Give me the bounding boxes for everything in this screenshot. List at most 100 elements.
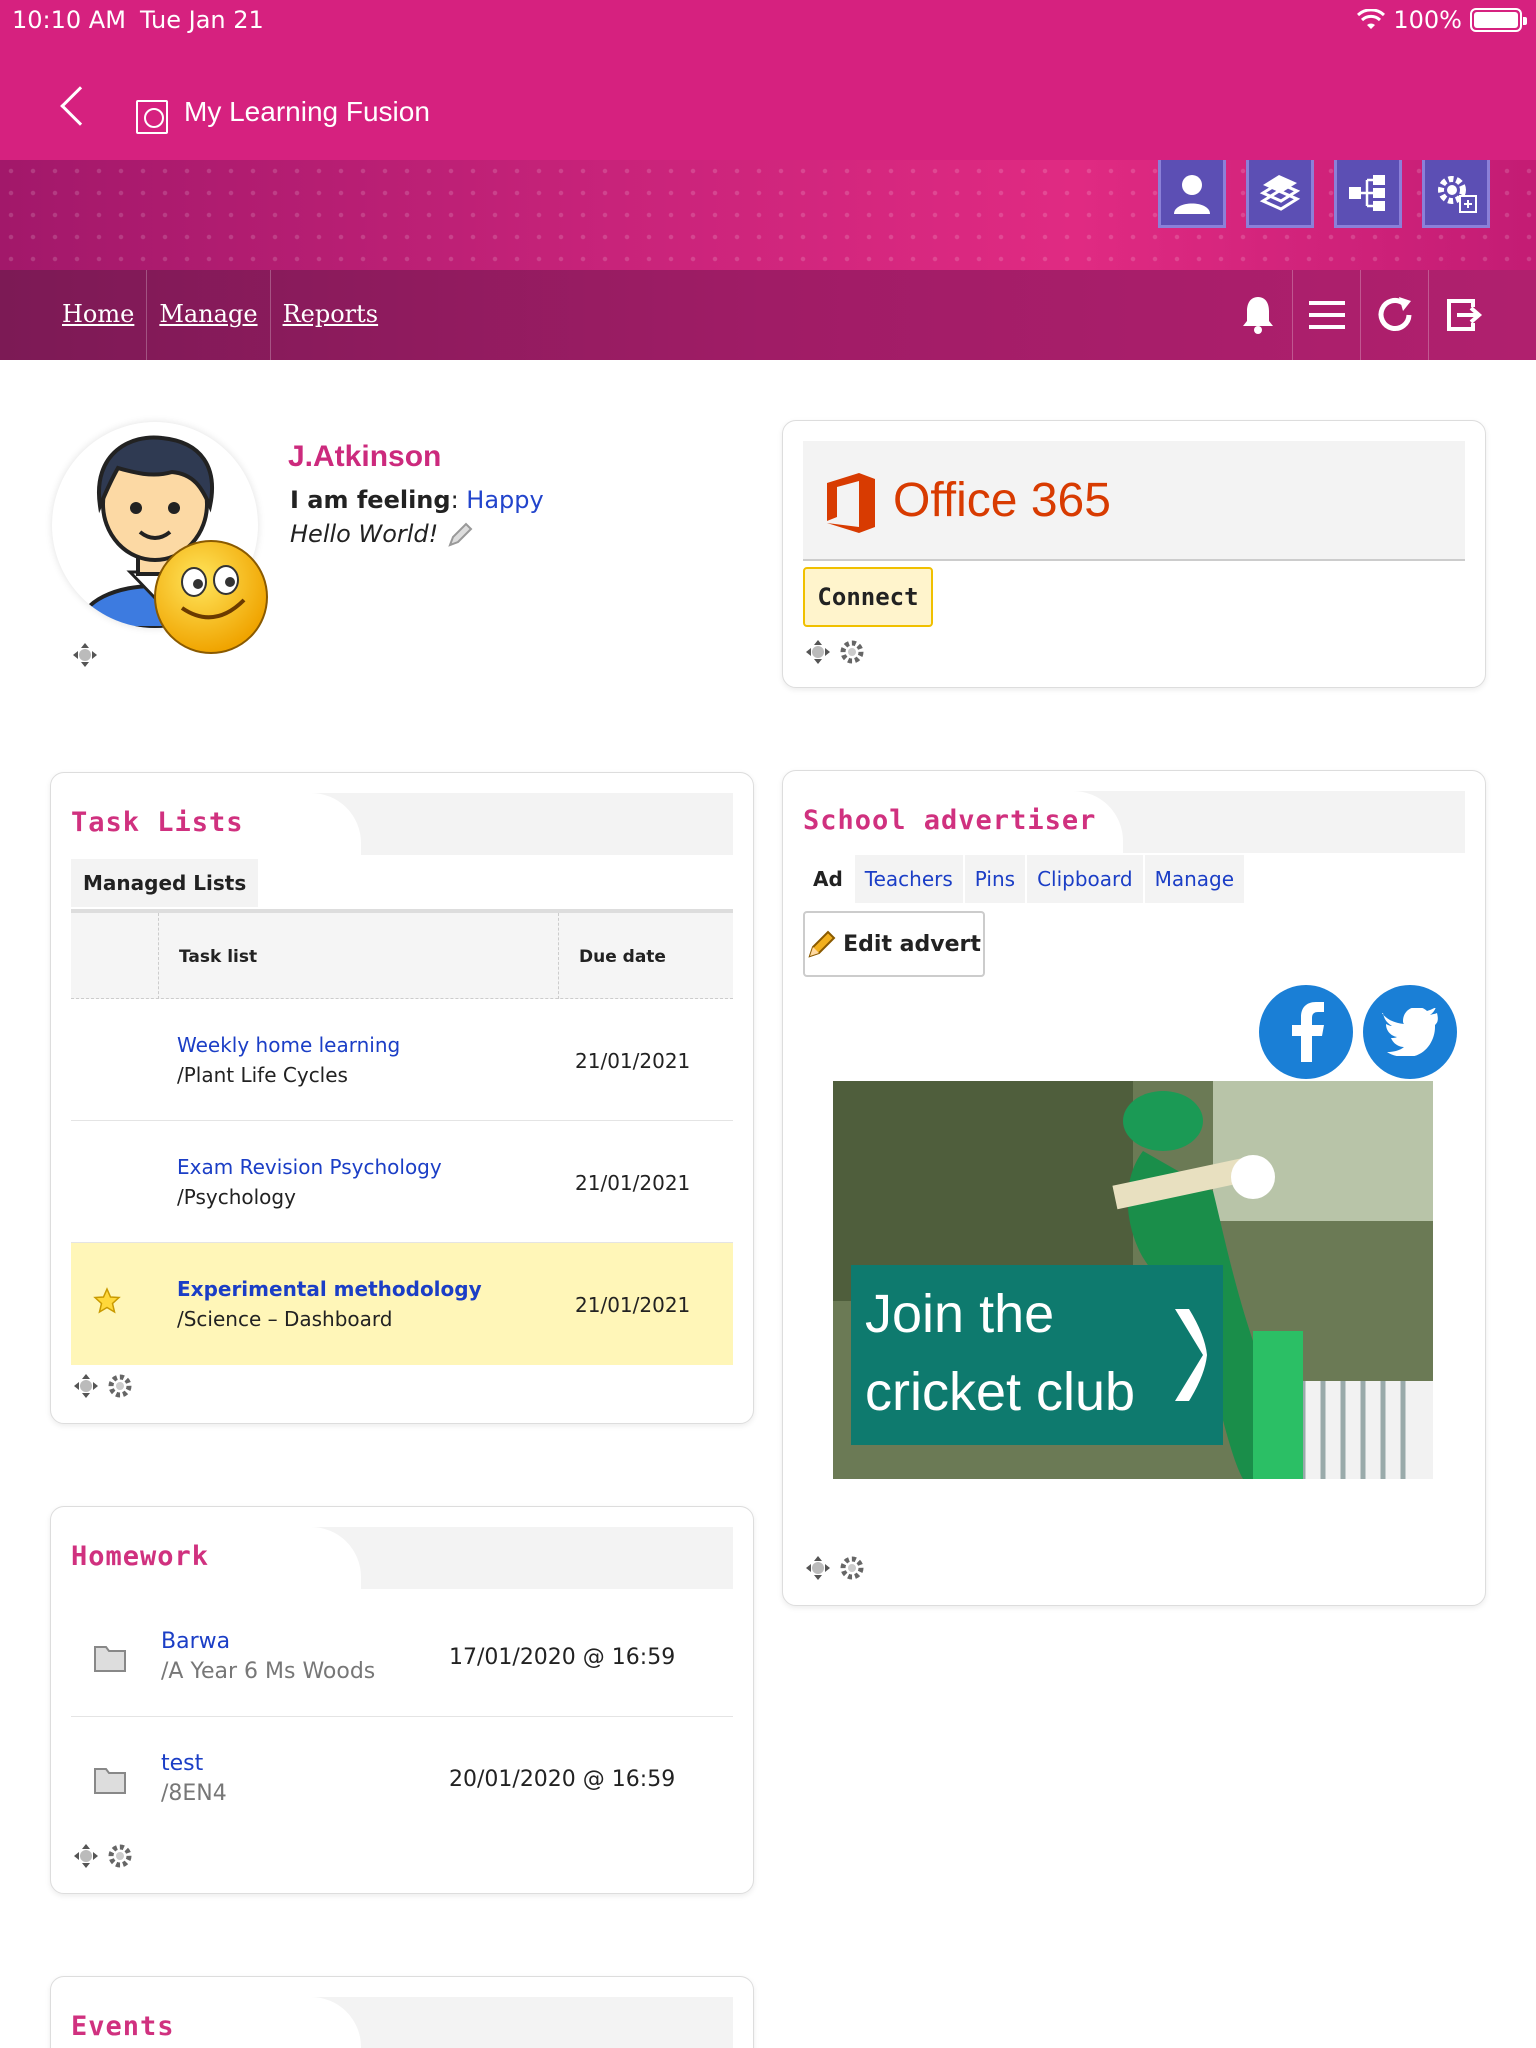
move-button[interactable] [71,1841,101,1871]
gear-button[interactable] [837,1553,867,1583]
move-icon [806,640,830,664]
nav-link-home[interactable]: Home [50,270,148,360]
column-due-date[interactable]: Due date [559,913,733,999]
happy-emoji-icon[interactable] [152,538,270,656]
tab-teachers[interactable]: Teachers [854,855,963,903]
refresh-button[interactable] [1360,270,1428,360]
homework-due: 20/01/2020 @ 16:59 [449,1767,676,1792]
feeling-label: I am feeling [290,486,451,514]
task-lists-table: Task list Due date Weekly home learning … [71,909,733,1369]
homework-title: Homework [71,1527,361,1589]
tab-ad[interactable]: Ad [803,855,853,903]
hierarchy-button[interactable] [1334,160,1402,228]
status-bar: 10:10 AM Tue Jan 21 100% [0,0,1536,40]
move-icon [74,1374,98,1398]
task-lists-title: Task Lists [71,793,361,855]
task-path: /Psychology [177,1185,296,1209]
office-logo-icon [827,473,875,533]
advertiser-header: School advertiser [803,791,1465,853]
move-button[interactable] [803,637,833,667]
back-chevron-icon[interactable] [60,86,100,126]
bell-icon [1243,297,1273,334]
hierarchy-icon [1349,174,1385,211]
table-row[interactable]: Exam Revision Psychology /Psychology 21/… [71,1121,733,1243]
user-name[interactable]: J.Atkinson [288,440,441,474]
gear-button[interactable] [105,1371,135,1401]
star-icon[interactable] [93,1287,121,1315]
nav-link-manage[interactable]: Manage [147,270,271,360]
status-text: Hello World! [290,520,439,548]
chevron-right-icon [1175,1309,1207,1401]
move-icon [74,1844,98,1868]
cricket-club-advert[interactable]: Join the cricket club [833,1081,1433,1479]
homework-due: 17/01/2020 @ 16:59 [449,1645,676,1670]
connect-button[interactable]: Connect [803,567,933,627]
status-message: Hello World! [290,520,474,549]
logout-button[interactable] [1428,270,1496,360]
nav-icons [1224,270,1496,360]
top-toolbar [1158,160,1490,228]
advertiser-tabs: Ad Teachers Pins Clipboard Manage [803,855,1245,903]
folder-icon [94,1646,126,1672]
task-lists-tools [71,1371,135,1401]
move-button[interactable] [71,1371,101,1401]
books-button[interactable] [1246,160,1314,228]
gear-icon [840,1556,864,1580]
tab-pins[interactable]: Pins [964,855,1026,903]
battery-icon [1470,8,1527,32]
task-link[interactable]: Exam Revision Psychology [177,1155,442,1179]
homework-tools [71,1841,135,1871]
gear-button[interactable] [105,1841,135,1871]
gear-icon [108,1844,132,1868]
profile-button[interactable] [1158,160,1226,228]
settings-icon [1438,175,1477,213]
settings-button[interactable] [1422,160,1490,228]
homework-link[interactable]: test [161,1751,203,1776]
task-link[interactable]: Weekly home learning [177,1033,400,1057]
logout-icon [1446,299,1482,331]
title-bar: My Learning Fusion [0,40,1536,160]
nav-link-reports[interactable]: Reports [271,270,391,360]
facebook-button[interactable] [1259,985,1353,1079]
menu-icon [1308,301,1345,329]
notifications-button[interactable] [1224,270,1292,360]
app-logo-icon [136,100,168,134]
pencil-icon [808,930,836,958]
task-link[interactable]: Experimental methodology [177,1277,482,1301]
school-advertiser-panel: School advertiser Ad Teachers Pins Clipb… [782,770,1486,1606]
homework-link[interactable]: Barwa [161,1629,230,1654]
move-button[interactable] [70,640,100,670]
office365-header: Office 365 [803,441,1465,561]
list-item[interactable]: Barwa /A Year 6 Ms Woods 17/01/2020 @ 16… [71,1595,733,1717]
move-button[interactable] [803,1553,833,1583]
tab-manage[interactable]: Manage [1144,855,1245,903]
twitter-button[interactable] [1363,985,1457,1079]
books-icon [1259,174,1301,211]
table-row[interactable]: Weekly home learning /Plant Life Cycles … [71,999,733,1121]
facebook-icon [1292,1002,1324,1062]
gear-button[interactable] [837,637,867,667]
events-title: Events [71,1997,361,2048]
task-due: 21/01/2021 [575,1049,691,1073]
feeling-line: I am feeling: Happy [290,486,544,514]
edit-advert-button[interactable]: Edit advert [803,911,985,977]
refresh-icon [1378,297,1411,331]
task-lists-panel: Task Lists Managed Lists Task list Due d… [50,772,754,1424]
table-row[interactable]: Experimental methodology /Science – Dash… [71,1243,733,1365]
tab-managed-lists[interactable]: Managed Lists [71,859,259,907]
nav-links: Home Manage Reports [50,270,390,360]
list-item[interactable]: test /8EN4 20/01/2020 @ 16:59 [71,1717,733,1839]
column-task-list[interactable]: Task list [159,913,559,999]
task-path: /Science – Dashboard [177,1307,393,1331]
profile-tools [70,640,100,670]
advertiser-title: School advertiser [803,791,1123,853]
tab-clipboard[interactable]: Clipboard [1027,855,1143,903]
events-panel: Events [50,1976,754,2048]
menu-button[interactable] [1292,270,1360,360]
twitter-icon [1382,1008,1438,1056]
pencil-icon[interactable] [446,521,474,549]
homework-header: Homework [71,1527,733,1589]
gear-icon [840,640,864,664]
events-header: Events [71,1997,733,2048]
feeling-value[interactable]: Happy [466,486,543,514]
